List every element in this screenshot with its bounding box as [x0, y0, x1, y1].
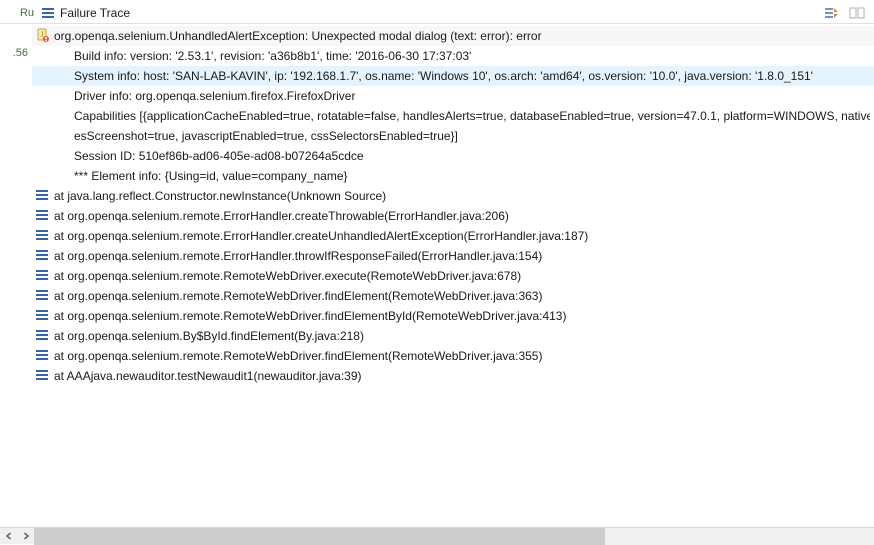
trace-text: Capabilities [{applicationCacheEnabled=t…: [74, 107, 870, 125]
trace-text: Session ID: 510ef86b-ad06-405e-ad08-b072…: [74, 147, 364, 165]
trace-text: esScreenshot=true, javascriptEnabled=tru…: [74, 127, 458, 145]
trace-text: at org.openqa.selenium.remote.RemoteWebD…: [54, 267, 521, 285]
trace-text: at org.openqa.selenium.remote.RemoteWebD…: [54, 287, 542, 305]
stack-frame-icon: [34, 187, 50, 203]
info-row[interactable]: Build info: version: '2.53.1', revision:…: [32, 46, 874, 66]
exception-row[interactable]: Jorg.openqa.selenium.UnhandledAlertExcep…: [32, 26, 874, 46]
trace-panel: Jorg.openqa.selenium.UnhandledAlertExcep…: [32, 24, 874, 527]
trace-list[interactable]: Jorg.openqa.selenium.UnhandledAlertExcep…: [32, 24, 874, 527]
scroll-thumb[interactable]: [34, 528, 605, 545]
left-gutter: .56: [0, 24, 32, 527]
blank-icon: [34, 167, 50, 183]
info-row[interactable]: Capabilities [{applicationCacheEnabled=t…: [32, 106, 874, 126]
stack-frame-row[interactable]: at org.openqa.selenium.remote.RemoteWebD…: [32, 286, 874, 306]
info-row[interactable]: esScreenshot=true, javascriptEnabled=tru…: [32, 126, 874, 146]
info-row[interactable]: System info: host: 'SAN-LAB-KAVIN', ip: …: [32, 66, 874, 86]
trace-text: at org.openqa.selenium.By$ById.findEleme…: [54, 327, 364, 345]
filter-stack-button[interactable]: [820, 3, 842, 23]
blank-icon: [34, 127, 50, 143]
stack-frame-icon: [34, 367, 50, 383]
blank-icon: [34, 147, 50, 163]
stack-frame-icon: [34, 327, 50, 343]
stack-frame-row[interactable]: at org.openqa.selenium.remote.RemoteWebD…: [32, 306, 874, 326]
blank-icon: [34, 107, 50, 123]
stack-frame-row[interactable]: at org.openqa.selenium.remote.RemoteWebD…: [32, 266, 874, 286]
trace-text: Build info: version: '2.53.1', revision:…: [74, 47, 471, 65]
trace-text: at AAAjava.newauditor.testNewaudit1(newa…: [54, 367, 362, 385]
scroll-right-button[interactable]: [17, 528, 34, 545]
stack-frame-row[interactable]: at java.lang.reflect.Constructor.newInst…: [32, 186, 874, 206]
trace-text: *** Element info: {Using=id, value=compa…: [74, 167, 348, 185]
stack-frame-row[interactable]: at org.openqa.selenium.remote.ErrorHandl…: [32, 246, 874, 266]
trace-text: org.openqa.selenium.UnhandledAlertExcept…: [54, 27, 542, 45]
info-row[interactable]: *** Element info: {Using=id, value=compa…: [32, 166, 874, 186]
info-row[interactable]: Session ID: 510ef86b-ad06-405e-ad08-b072…: [32, 146, 874, 166]
gutter-ru-label: Ru: [4, 7, 36, 19]
trace-text: System info: host: 'SAN-LAB-KAVIN', ip: …: [74, 67, 813, 85]
menu-icon[interactable]: [40, 5, 56, 21]
trace-text: at org.openqa.selenium.remote.RemoteWebD…: [54, 347, 542, 365]
failure-trace-header: Ru Failure Trace: [0, 0, 874, 24]
compare-results-button[interactable]: [846, 3, 868, 23]
stack-frame-icon: [34, 287, 50, 303]
stack-frame-row[interactable]: at org.openqa.selenium.remote.ErrorHandl…: [32, 226, 874, 246]
trace-text: at org.openqa.selenium.remote.RemoteWebD…: [54, 307, 566, 325]
info-row[interactable]: Driver info: org.openqa.selenium.firefox…: [32, 86, 874, 106]
scroll-left-button[interactable]: [0, 528, 17, 545]
time-seconds: .56: [11, 46, 30, 60]
trace-text: at org.openqa.selenium.remote.ErrorHandl…: [54, 227, 588, 245]
blank-icon: [34, 87, 50, 103]
stack-frame-row[interactable]: at org.openqa.selenium.remote.ErrorHandl…: [32, 206, 874, 226]
stack-frame-row[interactable]: at org.openqa.selenium.remote.RemoteWebD…: [32, 346, 874, 366]
svg-text:J: J: [40, 30, 43, 39]
blank-icon: [34, 47, 50, 63]
stack-frame-icon: [34, 267, 50, 283]
panel-title: Failure Trace: [60, 6, 816, 20]
trace-text: at java.lang.reflect.Constructor.newInst…: [54, 187, 386, 205]
stack-frame-icon: [34, 227, 50, 243]
trace-text: Driver info: org.openqa.selenium.firefox…: [74, 87, 355, 105]
trace-text: at org.openqa.selenium.remote.ErrorHandl…: [54, 207, 509, 225]
blank-icon: [34, 67, 50, 83]
stack-frame-icon: [34, 307, 50, 323]
stack-frame-icon: [34, 347, 50, 363]
content-area: .56 Jorg.openqa.selenium.UnhandledAlertE…: [0, 24, 874, 527]
stack-frame-icon: [34, 247, 50, 263]
horizontal-scrollbar[interactable]: [0, 527, 874, 544]
trace-text: at org.openqa.selenium.remote.ErrorHandl…: [54, 247, 542, 265]
stack-frame-row[interactable]: at AAAjava.newauditor.testNewaudit1(newa…: [32, 366, 874, 386]
exception-warning-icon: J: [34, 27, 50, 43]
stack-frame-row[interactable]: at org.openqa.selenium.By$ById.findEleme…: [32, 326, 874, 346]
scroll-track[interactable]: [34, 528, 874, 545]
stack-frame-icon: [34, 207, 50, 223]
